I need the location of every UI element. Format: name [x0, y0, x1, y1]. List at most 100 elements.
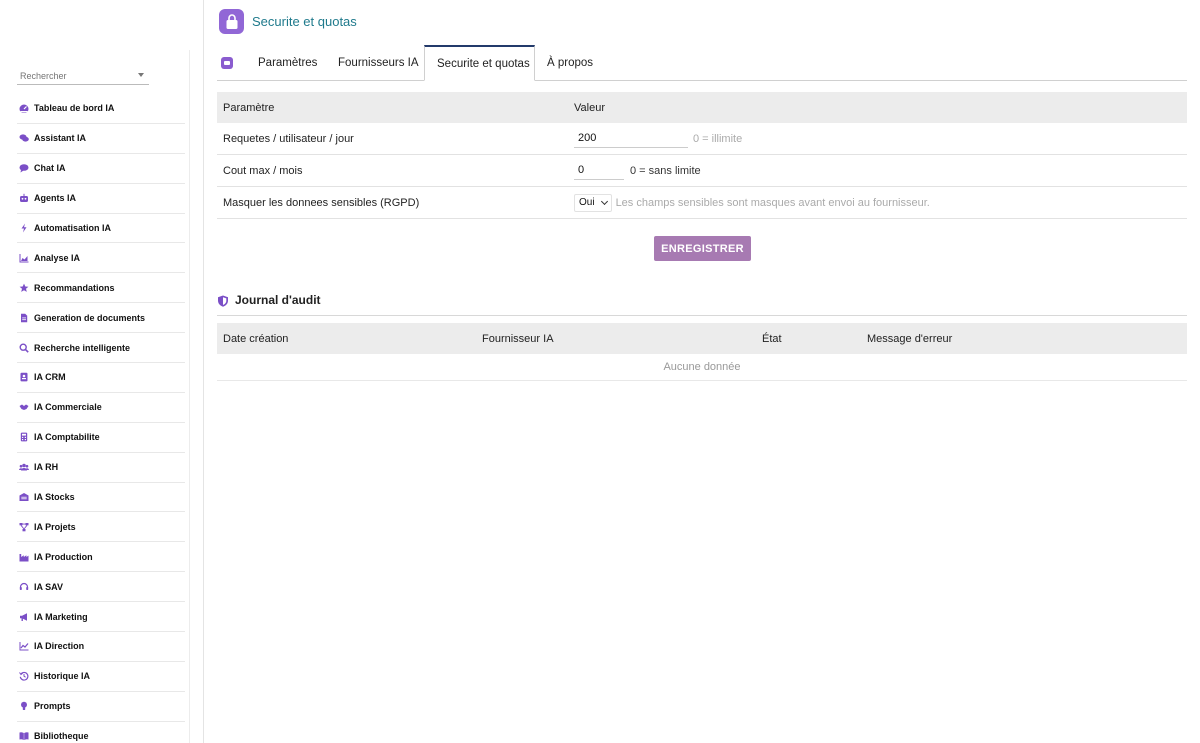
- value-column-header: Valeur: [574, 101, 605, 114]
- empty-state-message: Aucune donnée: [217, 354, 1187, 381]
- sidebar-item-recommandations[interactable]: Recommandations: [17, 273, 185, 304]
- tab-bar: Paramètres Fournisseurs IA Securite et q…: [217, 45, 1187, 81]
- sidebar-divider: [203, 0, 204, 743]
- history-icon: [19, 671, 29, 681]
- chart-area-icon: [19, 253, 29, 263]
- params-header-row: Paramètre Valeur: [217, 92, 1187, 123]
- sidebar-item-bibliotheque[interactable]: Bibliotheque: [17, 722, 185, 743]
- sidebar-item-tableau-de-bord-ia[interactable]: Tableau de bord IA: [17, 94, 185, 124]
- industry-icon: [19, 552, 29, 562]
- sidebar-item-ia-sav[interactable]: IA SAV: [17, 572, 185, 603]
- sidebar-item-label: IA SAV: [34, 581, 64, 592]
- sidebar-item-label: Assistant IA: [34, 133, 87, 144]
- file-icon: [19, 313, 29, 323]
- sidebar-item-label: Prompts: [34, 701, 71, 712]
- lock-app-icon: [219, 9, 244, 34]
- line-chart-icon: [19, 641, 29, 651]
- param-column-header: Paramètre: [223, 101, 275, 114]
- search-dropdown[interactable]: [17, 66, 149, 85]
- tab-parametres[interactable]: Paramètres: [258, 45, 317, 81]
- param-label: Cout max / mois: [223, 164, 303, 177]
- sidebar-scroll-edge: [189, 50, 190, 743]
- sidebar-item-assistant-ia[interactable]: Assistant IA: [17, 124, 185, 154]
- tab-securite-quotas[interactable]: Securite et quotas: [424, 45, 535, 81]
- tab-a-propos[interactable]: À propos: [547, 45, 593, 81]
- comments-icon: [19, 133, 29, 143]
- audit-header-row: Date création Fournisseur IA État Messag…: [217, 323, 1187, 354]
- sidebar-item-label: Chat IA: [34, 163, 66, 174]
- sidebar-item-label: Analyse IA: [34, 252, 81, 263]
- sidebar-item-label: Automatisation IA: [34, 223, 112, 233]
- bullhorn-icon: [19, 612, 29, 622]
- sidebar-item-label: Recherche intelligente: [34, 342, 131, 353]
- sidebar-item-agents-ia[interactable]: Agents IA: [17, 184, 185, 214]
- sidebar-item-chat-ia[interactable]: Chat IA: [17, 154, 185, 184]
- param-hint: 0 = illimite: [693, 132, 743, 145]
- bolt-icon: [19, 223, 29, 233]
- tab-fournisseurs-ia[interactable]: Fournisseurs IA: [338, 45, 419, 81]
- sidebar-item-ia-direction[interactable]: IA Direction: [17, 632, 185, 662]
- sidebar-item-label: IA Production: [34, 551, 93, 562]
- param-hint: Les champs sensibles sont masques avant …: [615, 196, 930, 209]
- caret-down-icon[interactable]: [138, 73, 144, 77]
- sidebar-item-label: IA Projets: [34, 521, 76, 532]
- sidebar-item-generation-de-documents[interactable]: Generation de documents: [17, 303, 185, 334]
- shield-icon: [218, 295, 228, 307]
- sidebar-item-ia-marketing[interactable]: IA Marketing: [17, 602, 185, 633]
- mask-sensitive-select[interactable]: Oui: [574, 193, 612, 212]
- save-button[interactable]: ENREGISTRER: [654, 236, 751, 261]
- headset-icon: [19, 582, 29, 592]
- sidebar-item-label: IA Comptabilite: [34, 432, 100, 443]
- sidebar-item-label: IA Marketing: [34, 611, 88, 622]
- sidebar-item-ia-stocks[interactable]: IA Stocks: [17, 483, 185, 513]
- star-icon: [19, 283, 29, 293]
- audit-table: Date création Fournisseur IA État Messag…: [217, 323, 1187, 381]
- sidebar-item-label: IA Stocks: [34, 492, 75, 503]
- dashboard-icon: [19, 103, 29, 114]
- max-cost-input[interactable]: [574, 161, 624, 180]
- sidebar-item-ia-comptabilite[interactable]: IA Comptabilite: [17, 423, 185, 453]
- sidebar-item-ia-crm[interactable]: IA CRM: [17, 363, 185, 393]
- sidebar-item-label: Historique IA: [34, 671, 91, 682]
- lightbulb-icon: [19, 701, 29, 711]
- search-input[interactable]: [17, 67, 127, 85]
- column-header-date[interactable]: Date création: [223, 323, 288, 354]
- robot-icon: [19, 193, 29, 203]
- sidebar-item-label: IA RH: [34, 462, 59, 473]
- sidebar-item-label: Tableau de bord IA: [34, 103, 115, 114]
- sidebar-item-label: Bibliotheque: [34, 731, 89, 742]
- chat-icon: [19, 163, 29, 173]
- calculator-icon: [19, 432, 29, 442]
- sidebar-item-historique-ia[interactable]: Historique IA: [17, 662, 185, 692]
- requests-per-day-input[interactable]: [574, 129, 688, 148]
- audit-section-header: Journal d'audit: [217, 293, 1187, 316]
- users-icon: [19, 462, 29, 472]
- sidebar-item-ia-production[interactable]: IA Production: [17, 542, 185, 573]
- handshake-icon: [19, 402, 29, 412]
- select-value: Oui: [579, 197, 595, 208]
- sidebar-menu: Tableau de bord IA Assistant IA Chat IA Age…: [17, 94, 185, 743]
- search-icon: [19, 343, 29, 353]
- param-row-requests: Requetes / utilisateur / jour 0 = illimi…: [217, 123, 1187, 155]
- project-diagram-icon: [19, 522, 29, 532]
- params-table: Paramètre Valeur Requetes / utilisateur …: [217, 92, 1187, 219]
- column-header-error[interactable]: Message d'erreur: [867, 323, 952, 354]
- sidebar-item-label: IA CRM: [34, 372, 66, 383]
- column-header-state[interactable]: État: [762, 323, 782, 354]
- sidebar-item-analyse-ia[interactable]: Analyse IA: [17, 243, 185, 274]
- sidebar-item-recherche-intelligente[interactable]: Recherche intelligente: [17, 333, 185, 364]
- audit-title: Journal d'audit: [235, 293, 321, 307]
- sidebar-item-ia-projets[interactable]: IA Projets: [17, 512, 185, 543]
- sidebar: Tableau de bord IA Assistant IA Chat IA Age…: [0, 0, 190, 743]
- sidebar-item-label: Agents IA: [34, 193, 77, 204]
- sidebar-item-label: IA Commerciale: [34, 402, 102, 413]
- sidebar-item-automatisation-ia[interactable]: Automatisation IA: [17, 214, 185, 244]
- home-tab-icon[interactable]: [221, 57, 233, 69]
- param-label: Masquer les donnees sensibles (RGPD): [223, 196, 420, 209]
- sidebar-item-ia-commerciale[interactable]: IA Commerciale: [17, 393, 185, 423]
- param-label: Requetes / utilisateur / jour: [223, 132, 354, 145]
- contact-card-icon: [19, 372, 29, 382]
- sidebar-item-ia-rh[interactable]: IA RH: [17, 453, 185, 483]
- column-header-provider[interactable]: Fournisseur IA: [482, 323, 554, 354]
- sidebar-item-prompts[interactable]: Prompts: [17, 692, 185, 722]
